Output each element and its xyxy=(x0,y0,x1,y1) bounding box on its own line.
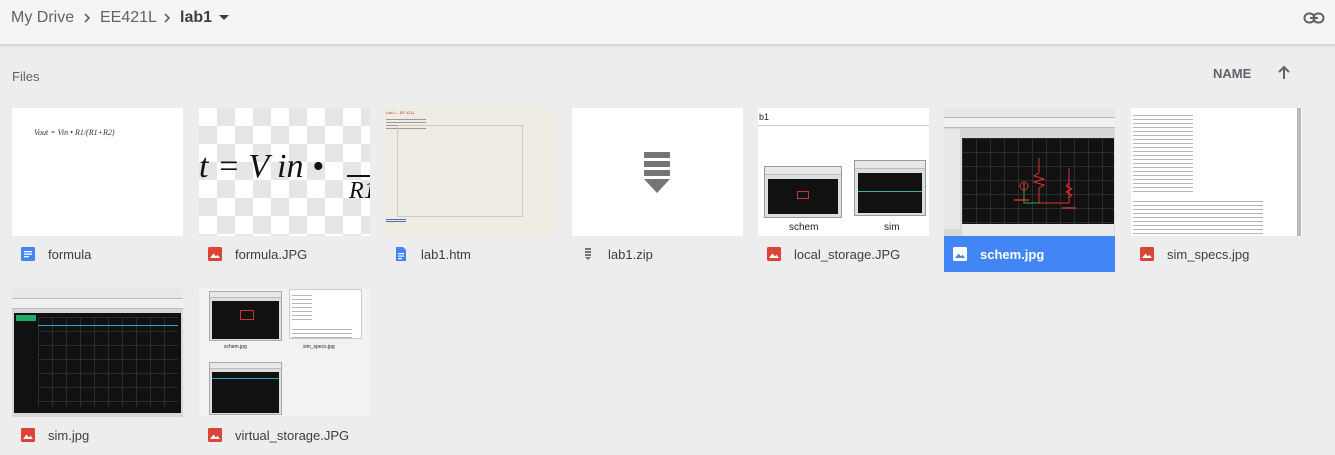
image-file-icon xyxy=(767,247,781,261)
file-thumbnail: Lab 1 - EE 421L xyxy=(385,108,556,236)
file-name: sim_specs.jpg xyxy=(1167,247,1250,262)
archive-icon xyxy=(585,248,591,260)
breadcrumb-current-folder[interactable]: lab1 xyxy=(180,9,212,27)
image-file-icon xyxy=(1140,247,1154,261)
caret-down-icon[interactable] xyxy=(218,14,230,22)
file-tile-lab1-zip[interactable]: lab1.zip xyxy=(572,108,743,274)
image-file-icon xyxy=(21,428,35,442)
file-name: sim.jpg xyxy=(48,428,90,443)
file-tile-lab1-htm[interactable]: Lab 1 - EE 421L lab1.htm xyxy=(385,108,556,274)
file-name: schem.jpg xyxy=(980,247,1045,262)
file-tile-schem-jpg[interactable]: schem.jpg xyxy=(944,108,1115,274)
file-name: lab1.htm xyxy=(421,247,471,262)
arrow-up-icon[interactable] xyxy=(1276,65,1292,81)
breadcrumb-my-drive[interactable]: My Drive xyxy=(11,9,74,27)
file-name: formula.JPG xyxy=(235,247,308,262)
top-bar: My Drive EE421L lab1 xyxy=(0,0,1335,45)
breadcrumb-ee421l[interactable]: EE421L xyxy=(100,9,157,27)
file-thumbnail xyxy=(944,108,1115,236)
file-name: lab1.zip xyxy=(608,247,653,262)
file-thumbnail: b1 schem sim xyxy=(758,108,929,236)
chevron-right-icon xyxy=(164,13,171,23)
file-thumbnail: Vout = Vin • R1/(R1+R2) xyxy=(12,108,183,236)
schematic-drawing xyxy=(1014,158,1076,209)
file-thumbnail xyxy=(12,289,183,417)
file-thumbnail xyxy=(572,108,743,236)
file-thumbnail: t = V in • R1 xyxy=(199,108,370,236)
chevron-right-icon xyxy=(84,13,91,23)
image-file-icon xyxy=(208,247,222,261)
image-file-icon xyxy=(953,247,967,261)
html-file-icon xyxy=(396,247,406,261)
file-tile-virtual-storage-jpg[interactable]: schem.jpg sim_specs.jpg virtual_storage.… xyxy=(199,289,370,455)
file-name: virtual_storage.JPG xyxy=(235,428,350,443)
file-name: formula xyxy=(48,247,92,262)
google-doc-icon xyxy=(21,247,35,261)
file-thumbnail xyxy=(1131,108,1302,236)
section-label-files: Files xyxy=(12,69,40,84)
file-tile-local-storage-jpg[interactable]: b1 schem sim local_storage.JPG xyxy=(758,108,929,274)
link-icon[interactable] xyxy=(1303,10,1325,26)
file-tile-formula-jpg[interactable]: t = V in • R1 formula.JPG xyxy=(199,108,370,274)
file-tile-formula[interactable]: Vout = Vin • R1/(R1+R2) formula xyxy=(12,108,183,274)
file-tile-sim-jpg[interactable]: sim.jpg xyxy=(12,289,183,455)
sort-by-name[interactable]: NAME xyxy=(1213,66,1251,81)
file-name: local_storage.JPG xyxy=(794,247,901,262)
archive-icon xyxy=(644,152,670,193)
image-file-icon xyxy=(208,428,222,442)
file-tile-sim-specs-jpg[interactable]: sim_specs.jpg xyxy=(1131,108,1302,274)
file-thumbnail: schem.jpg sim_specs.jpg xyxy=(199,289,370,417)
